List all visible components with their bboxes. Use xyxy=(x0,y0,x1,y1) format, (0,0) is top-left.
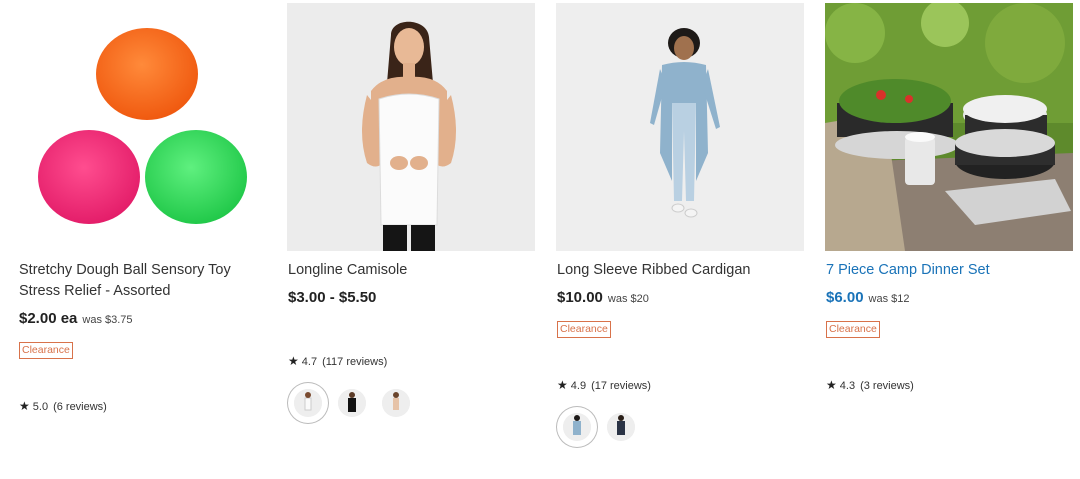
rating-value: 4.7 xyxy=(301,356,318,368)
color-swatch-nude[interactable] xyxy=(382,389,410,417)
product-image[interactable] xyxy=(825,3,1073,251)
product-title[interactable]: Stretchy Dough Ball Sensory Toy Stress R… xyxy=(19,260,259,302)
clearance-badge: Clearance xyxy=(557,321,611,338)
color-swatch-blue[interactable] xyxy=(563,413,591,441)
product-title[interactable]: Longline Camisole xyxy=(288,260,528,281)
was-price: was $12 xyxy=(868,293,910,305)
product-title[interactable]: 7 Piece Camp Dinner Set xyxy=(826,260,1066,281)
product-title[interactable]: Long Sleeve Ribbed Cardigan xyxy=(557,260,797,281)
rating-value: 5.0 xyxy=(32,401,49,413)
rating-value: 4.3 xyxy=(839,380,856,392)
rating-value: 4.9 xyxy=(570,380,587,392)
product-price: $2.00 ea xyxy=(19,310,78,327)
star-icon: ★ xyxy=(19,399,30,413)
product-image[interactable] xyxy=(556,3,804,251)
product-rating: ★ 4.3 (3 reviews) xyxy=(826,378,914,392)
product-rating: ★ 4.9 (17 reviews) xyxy=(557,378,651,392)
product-rating: ★ 5.0 (6 reviews) xyxy=(19,399,107,413)
star-icon: ★ xyxy=(557,378,568,392)
clearance-badge: Clearance xyxy=(19,342,73,359)
color-swatch-black[interactable] xyxy=(338,389,366,417)
clearance-badge: Clearance xyxy=(826,321,880,338)
product-rating: ★ 4.7 (117 reviews) xyxy=(288,354,387,368)
star-icon: ★ xyxy=(288,354,299,368)
review-count[interactable]: (117 reviews) xyxy=(322,356,387,368)
review-count[interactable]: (17 reviews) xyxy=(591,380,651,392)
was-price: was $20 xyxy=(607,293,649,305)
product-price: $6.00 xyxy=(826,289,864,306)
star-icon: ★ xyxy=(826,378,837,392)
product-image[interactable] xyxy=(287,3,535,251)
color-swatch-white[interactable] xyxy=(294,389,322,417)
review-count[interactable]: (3 reviews) xyxy=(860,380,914,392)
product-image[interactable] xyxy=(18,3,266,251)
product-price: $3.00 - $5.50 xyxy=(288,289,377,306)
review-count[interactable]: (6 reviews) xyxy=(53,401,107,413)
product-price: $10.00 xyxy=(557,289,603,306)
color-swatch-navy[interactable] xyxy=(607,413,635,441)
was-price: was $3.75 xyxy=(82,314,133,326)
